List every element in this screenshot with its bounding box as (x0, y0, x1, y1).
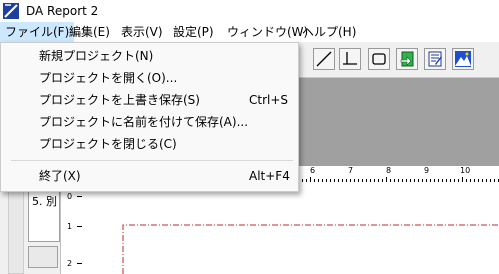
baseline-tool-button[interactable] (339, 48, 361, 70)
title-bar: DA Report 2 (0, 0, 499, 22)
page-border (122, 224, 499, 274)
menu-bar: ファイル(F) 編集(E) 表示(V) 設定(P) ウィンドウ(W) ヘルプ(H… (0, 22, 499, 42)
ruler-label: 9 (424, 166, 430, 175)
ruler-label: 7 (348, 166, 354, 175)
image-button[interactable] (452, 48, 474, 70)
window-title: DA Report 2 (26, 4, 99, 18)
green-doc-icon (400, 51, 414, 67)
menu-settings[interactable]: 設定(P) (168, 22, 219, 42)
menu-item-close-project[interactable]: プロジェクトを閉じる(C) (1, 133, 298, 155)
left-scrollbar[interactable] (8, 182, 24, 274)
ruler-label: 10 (460, 166, 471, 175)
page-list[interactable]: 5. 別 (28, 188, 60, 242)
baseline-icon (343, 52, 357, 65)
panel-button[interactable] (28, 246, 58, 268)
ruler-label: 6 (310, 166, 316, 175)
menu-item-save-as[interactable]: プロジェクトに名前を付けて保存(A)... (1, 111, 298, 133)
ruler-label: 0 (67, 192, 73, 201)
shortcut-label: Alt+F4 (249, 169, 290, 183)
menu-edit[interactable]: 編集(E) (64, 22, 115, 42)
menu-separator (11, 160, 293, 161)
edit-doc-button[interactable] (424, 48, 446, 70)
line-tool-button[interactable] (313, 48, 335, 70)
menu-help[interactable]: ヘルプ(H) (297, 22, 361, 42)
file-menu-dropdown: 新規プロジェクト(N) プロジェクトを開く(O)... プロジェクトを上書き保存… (0, 42, 299, 192)
ruler-label: 1 (67, 222, 73, 231)
rectangle-tool-button[interactable] (368, 48, 390, 70)
ruler-label: 2 (67, 259, 73, 268)
menu-item-open-project[interactable]: プロジェクトを開く(O)... (1, 67, 298, 89)
mountain-image-icon (455, 51, 471, 67)
menu-item-exit[interactable]: 終了(X) Alt+F4 (1, 165, 298, 187)
shortcut-label: Ctrl+S (249, 93, 289, 107)
menu-item-new-project[interactable]: 新規プロジェクト(N) (1, 45, 298, 67)
green-doc-button[interactable] (396, 48, 418, 70)
line-icon (316, 51, 332, 67)
menu-view[interactable]: 表示(V) (116, 22, 168, 42)
list-item[interactable]: 5. 別 (32, 193, 57, 209)
menu-item-save-project[interactable]: プロジェクトを上書き保存(S) Ctrl+S (1, 89, 298, 111)
edit-doc-icon (428, 51, 442, 67)
ruler-label: 8 (386, 166, 392, 175)
vertical-ruler: 0 1 2 (60, 182, 83, 274)
report-canvas[interactable] (82, 182, 499, 274)
app-logo-icon (3, 3, 19, 19)
rectangle-icon (372, 53, 386, 65)
